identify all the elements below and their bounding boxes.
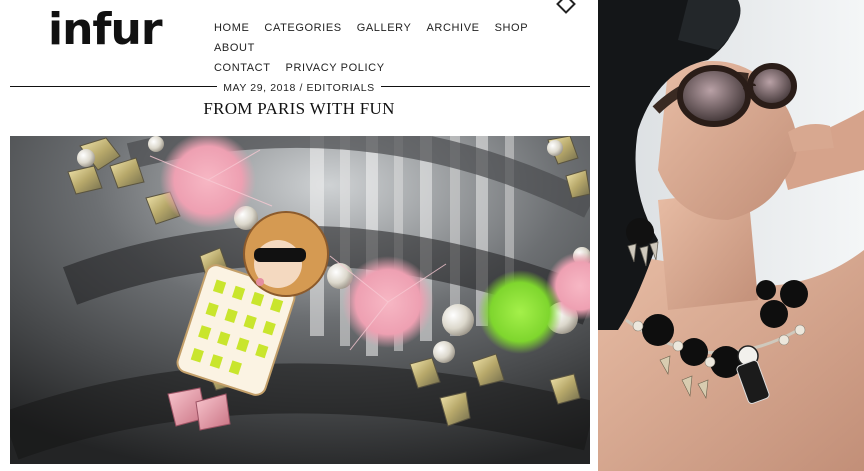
nav-item-about[interactable]: ABOUT [214,38,255,58]
post-date[interactable]: MAY 29, 2018 [223,82,296,94]
post-meta-text: MAY 29, 2018 / EDITORIALS [217,82,381,94]
hero-image[interactable] [10,136,590,464]
nav-item-privacy-policy[interactable]: PRIVACY POLICY [286,58,385,78]
hero-illustration [10,136,590,464]
main-navigation: HOME CATEGORIES GALLERY ARCHIVE SHOP ABOUT CO… [214,18,574,78]
nav-item-shop[interactable]: SHOP [495,18,529,38]
nav-item-categories[interactable]: CATEGORIES [264,18,341,38]
diamond-icon [556,0,576,14]
nav-item-gallery[interactable]: GALLERY [357,18,412,38]
post-meta: MAY 29, 2018 / EDITORIALS [0,78,598,96]
portrait-illustration [598,0,864,471]
site-logo[interactable]: infur [48,4,163,64]
nav-item-home[interactable]: HOME [214,18,249,38]
nav-row-1: HOME CATEGORIES GALLERY ARCHIVE SHOP ABOUT [214,18,574,58]
logo-text: infur [48,4,163,55]
nav-row-2: CONTACT PRIVACY POLICY [214,58,574,78]
blog-page: infur HOME CATEGORIES GALLERY ARCHIVE SHOP AB… [0,0,598,471]
meta-separator: / [295,82,307,94]
side-photo[interactable] [598,0,864,471]
nav-item-contact[interactable]: CONTACT [214,58,271,78]
nav-item-archive[interactable]: ARCHIVE [426,18,479,38]
post-category[interactable]: EDITORIALS [307,82,375,94]
post-title[interactable]: FROM PARIS WITH FUN [0,99,598,119]
